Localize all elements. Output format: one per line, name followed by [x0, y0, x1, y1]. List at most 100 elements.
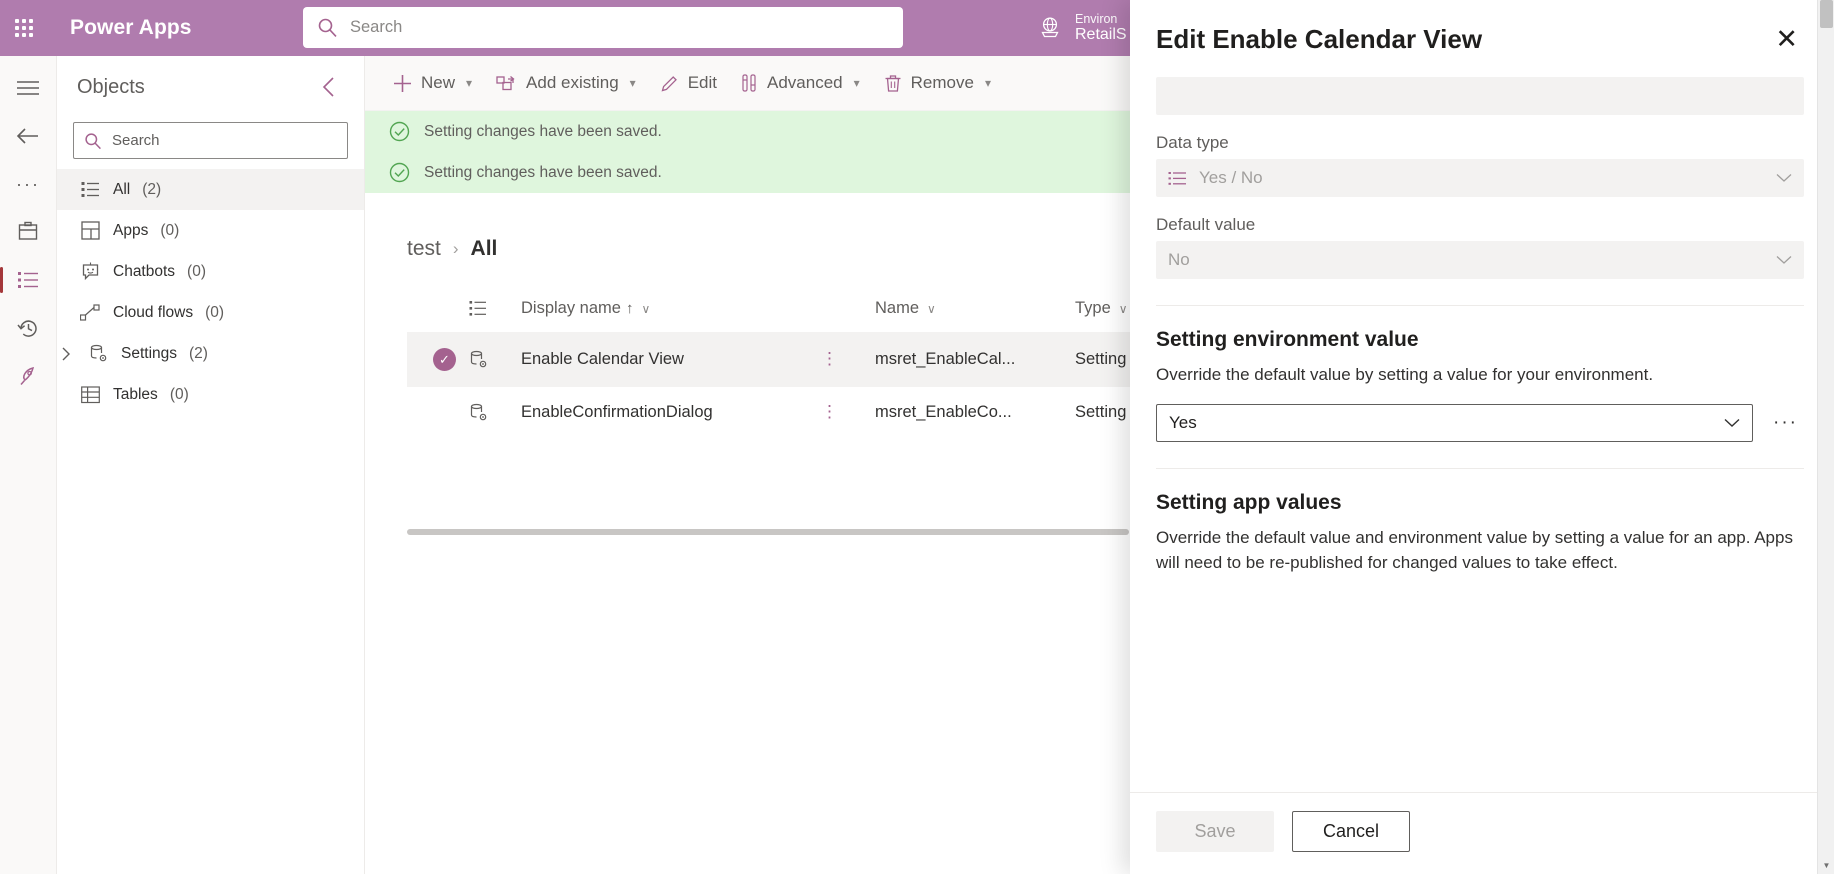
- panel-footer: Save Cancel: [1130, 792, 1834, 874]
- brand-title: Power Apps: [70, 16, 192, 39]
- cancel-button[interactable]: Cancel: [1292, 811, 1410, 852]
- table-icon: [79, 385, 101, 404]
- search-icon: [317, 17, 338, 38]
- environment-text: Environ RetailS: [1075, 12, 1127, 45]
- solution-icon: [17, 221, 39, 243]
- objects-panel-title: Objects: [77, 75, 145, 98]
- command-advanced[interactable]: Advanced ▾: [731, 65, 870, 101]
- back-button[interactable]: [0, 112, 57, 160]
- more-options-icon[interactable]: ⋮: [821, 402, 838, 421]
- default-value-dropdown: No: [1156, 241, 1804, 280]
- more-options-icon[interactable]: ⋮: [821, 349, 838, 368]
- hamburger-menu-button[interactable]: [0, 64, 57, 112]
- scroll-down-icon[interactable]: ▼: [1818, 857, 1834, 874]
- add-existing-icon: [496, 74, 517, 93]
- global-search-box[interactable]: [303, 7, 903, 48]
- notification-text: Setting changes have been saved.: [424, 163, 662, 181]
- window-scrollbar[interactable]: ▲ ▼: [1817, 0, 1834, 874]
- breadcrumb-current: All: [470, 237, 498, 260]
- sidebar-item-count: (0): [169, 385, 189, 403]
- row-actions-header: [821, 289, 875, 332]
- chevron-down-icon[interactable]: ▾: [985, 76, 991, 90]
- column-header-display-name[interactable]: Display name ↑ ∨: [521, 289, 821, 332]
- sidebar-item-tables[interactable]: Tables (0): [57, 374, 364, 415]
- edit-setting-panel: Edit Enable Calendar View ✕ Data type Ye…: [1130, 0, 1834, 874]
- chevron-right-icon[interactable]: [61, 347, 75, 361]
- chevron-down-icon[interactable]: ∨: [641, 302, 650, 316]
- sidebar-item-all[interactable]: All (2): [57, 169, 364, 210]
- check-circle-icon: [389, 121, 410, 142]
- environment-indicator[interactable]: Environ RetailS: [1037, 0, 1127, 56]
- breadcrumb-separator: ›: [452, 239, 459, 258]
- history-icon: [16, 317, 40, 340]
- breadcrumb-parent[interactable]: test: [407, 237, 441, 261]
- command-new[interactable]: New ▾: [383, 65, 482, 101]
- column-label: Display name: [521, 299, 621, 317]
- chevron-down-icon[interactable]: ∨: [927, 302, 936, 316]
- row-display-name-text: EnableConfirmationDialog: [521, 403, 713, 421]
- scrollbar-thumb[interactable]: [1820, 0, 1833, 28]
- objects-rail-button[interactable]: [0, 256, 57, 304]
- chevron-down-icon: [1776, 255, 1792, 265]
- chevron-down-icon[interactable]: ∨: [1119, 302, 1128, 316]
- row-actions-cell[interactable]: ⋮: [821, 387, 875, 438]
- settings-icon: [87, 344, 109, 363]
- command-edit[interactable]: Edit: [650, 65, 727, 101]
- chevron-down-icon[interactable]: ▾: [630, 76, 636, 90]
- overflow-rail-button[interactable]: ···: [0, 160, 57, 208]
- save-button[interactable]: Save: [1156, 811, 1274, 852]
- panel-title: Edit Enable Calendar View: [1156, 24, 1483, 54]
- row-checkbox-checked[interactable]: ✓: [433, 348, 456, 371]
- environment-value-overflow-button[interactable]: ···: [1767, 412, 1804, 434]
- app-launcher-icon[interactable]: [0, 0, 48, 56]
- hamburger-icon: [16, 80, 40, 96]
- chevron-down-icon[interactable]: ▾: [854, 76, 860, 90]
- sidebar-item-label: Tables: [113, 385, 158, 403]
- waffle-grid: [15, 19, 33, 37]
- sidebar-item-chatbots[interactable]: Chatbots (0): [57, 251, 364, 292]
- flow-icon: [79, 303, 101, 322]
- chevron-down-icon[interactable]: ▾: [466, 76, 472, 90]
- app-section-description: Override the default value and environme…: [1156, 527, 1793, 573]
- environment-label: Environ: [1075, 11, 1118, 26]
- row-display-name[interactable]: Enable Calendar View: [521, 332, 821, 387]
- trash-icon: [884, 74, 902, 93]
- advanced-icon: [741, 73, 758, 93]
- plus-icon: [393, 74, 412, 93]
- horizontal-scrollbar[interactable]: [407, 529, 1129, 535]
- search-icon: [84, 132, 102, 150]
- history-rail-button[interactable]: [0, 304, 57, 352]
- publish-rail-button[interactable]: [0, 352, 57, 400]
- solutions-rail-button[interactable]: [0, 208, 57, 256]
- panel-body: Data type Yes / No Default value No Sett…: [1130, 55, 1834, 792]
- list-icon: [79, 181, 101, 198]
- default-value-label: Default value: [1156, 215, 1256, 235]
- column-label: Name: [875, 299, 920, 317]
- objects-search-input[interactable]: [112, 132, 337, 149]
- select-all-header[interactable]: [407, 289, 469, 332]
- left-rail: ···: [0, 56, 57, 874]
- objects-search-box[interactable]: [73, 122, 348, 159]
- section-divider: [1156, 467, 1804, 469]
- chevron-down-icon[interactable]: [1724, 418, 1740, 428]
- command-remove[interactable]: Remove ▾: [874, 65, 1001, 101]
- environment-value-dropdown[interactable]: Yes: [1156, 403, 1754, 442]
- row-checkbox-cell[interactable]: [407, 387, 469, 438]
- sidebar-item-cloud-flows[interactable]: Cloud flows (0): [57, 292, 364, 333]
- notification-text: Setting changes have been saved.: [424, 122, 662, 140]
- environment-name: RetailS: [1075, 25, 1127, 43]
- sidebar-item-count: (2): [189, 344, 208, 362]
- sidebar-item-label: Cloud flows: [113, 303, 194, 321]
- command-add-existing[interactable]: Add existing ▾: [486, 65, 646, 101]
- global-search-input[interactable]: [350, 18, 889, 37]
- sidebar-item-settings[interactable]: Settings (2): [57, 333, 364, 374]
- column-header-name[interactable]: Name ∨: [875, 289, 1075, 332]
- row-actions-cell[interactable]: ⋮: [821, 332, 875, 387]
- chevron-left-icon[interactable]: [313, 72, 346, 102]
- row-display-name[interactable]: EnableConfirmationDialog: [521, 387, 821, 438]
- sidebar-item-apps[interactable]: Apps (0): [57, 210, 364, 251]
- close-icon[interactable]: ✕: [1769, 24, 1804, 55]
- data-type-dropdown: Yes / No: [1156, 159, 1804, 198]
- apps-icon: [79, 221, 101, 240]
- row-checkbox-cell[interactable]: ✓: [407, 332, 469, 387]
